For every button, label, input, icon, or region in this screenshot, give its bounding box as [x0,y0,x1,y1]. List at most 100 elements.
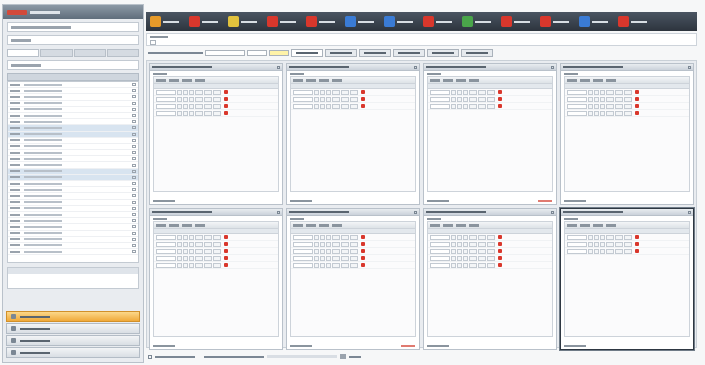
row-small-field[interactable] [600,110,605,116]
toolbar-button-9[interactable] [462,16,491,27]
row-small-field[interactable] [320,255,325,261]
row-value-field[interactable] [615,96,623,102]
row-value-field[interactable] [606,234,614,240]
panel-table-row[interactable] [428,234,552,241]
row-value-field[interactable] [478,241,486,247]
panel-table-row[interactable] [428,262,552,269]
row-small-field[interactable] [183,262,188,268]
row-value-field[interactable] [606,110,614,116]
panel-5[interactable] [149,208,283,350]
row-value-field[interactable] [487,262,495,268]
panel-tab-2[interactable] [306,223,316,227]
zoom-slider[interactable] [267,355,337,358]
row-small-field[interactable] [451,248,456,254]
panel-2[interactable] [286,63,420,205]
list-item-checkbox[interactable] [132,114,136,118]
row-small-field[interactable] [451,255,456,261]
toolbar-button-1[interactable] [150,16,179,27]
panel-3[interactable] [423,63,557,205]
panel-table-row[interactable] [565,248,689,255]
row-small-field[interactable] [588,103,593,109]
list-item-checkbox[interactable] [132,101,136,105]
filter-tab-6[interactable] [461,49,493,57]
list-item-checkbox[interactable] [132,169,136,173]
row-value-field[interactable] [624,248,632,254]
sidebar-tab-4[interactable] [106,49,139,57]
row-small-field[interactable] [177,248,182,254]
row-small-field[interactable] [463,241,468,247]
row-small-field[interactable] [314,96,319,102]
delete-icon[interactable] [498,242,502,246]
row-value-field[interactable] [213,234,221,240]
list-item[interactable] [8,249,138,256]
row-value-field[interactable] [469,241,477,247]
toolbar-button-4[interactable] [267,16,296,27]
delete-icon[interactable] [498,235,502,239]
row-small-field[interactable] [600,248,605,254]
row-small-field[interactable] [588,234,593,240]
row-small-field[interactable] [326,248,331,254]
row-name-field[interactable] [156,255,176,261]
row-value-field[interactable] [350,241,358,247]
row-small-field[interactable] [326,96,331,102]
row-value-field[interactable] [469,234,477,240]
panel-close-icon[interactable] [551,210,554,214]
row-name-field[interactable] [430,241,450,247]
row-small-field[interactable] [457,262,462,268]
row-small-field[interactable] [320,234,325,240]
row-small-field[interactable] [451,89,456,95]
row-name-field[interactable] [430,248,450,254]
panel-table-row[interactable] [291,255,415,262]
row-value-field[interactable] [478,262,486,268]
panel-table-row[interactable] [428,248,552,255]
row-small-field[interactable] [451,241,456,247]
delete-icon[interactable] [498,97,502,101]
panel-tab-2[interactable] [443,223,453,227]
panel-tab-3[interactable] [456,223,466,227]
panel-table-row[interactable] [428,89,552,96]
row-small-field[interactable] [600,234,605,240]
row-name-field[interactable] [293,89,313,95]
row-small-field[interactable] [320,241,325,247]
list-item-checkbox[interactable] [132,151,136,155]
row-small-field[interactable] [463,262,468,268]
list-item-checkbox[interactable] [132,144,136,148]
row-value-field[interactable] [213,110,221,116]
row-value-field[interactable] [204,89,212,95]
panel-table-row[interactable] [154,241,278,248]
panel-table-row[interactable] [565,89,689,96]
row-name-field[interactable] [156,96,176,102]
list-item-checkbox[interactable] [132,83,136,87]
delete-icon[interactable] [224,263,228,267]
toolbar-button-7[interactable] [384,16,413,27]
row-value-field[interactable] [469,248,477,254]
filter-tab-2[interactable] [325,49,357,57]
row-value-field[interactable] [195,89,203,95]
list-item-checkbox[interactable] [132,188,136,192]
delete-icon[interactable] [224,111,228,115]
row-value-field[interactable] [195,255,203,261]
toolbar-button-3[interactable] [228,16,257,27]
row-value-field[interactable] [615,103,623,109]
row-value-field[interactable] [195,241,203,247]
row-name-field[interactable] [293,234,313,240]
row-small-field[interactable] [314,248,319,254]
row-small-field[interactable] [463,96,468,102]
delete-icon[interactable] [361,256,365,260]
row-value-field[interactable] [350,262,358,268]
row-value-field[interactable] [213,255,221,261]
row-small-field[interactable] [320,96,325,102]
list-item-checkbox[interactable] [132,213,136,217]
row-value-field[interactable] [195,248,203,254]
panel-tab-3[interactable] [182,223,192,227]
panel-tab-1[interactable] [156,78,166,82]
row-value-field[interactable] [341,255,349,261]
row-small-field[interactable] [183,96,188,102]
row-value-field[interactable] [624,96,632,102]
panel-tab-3[interactable] [319,78,329,82]
panel-table-row[interactable] [291,96,415,103]
row-name-field[interactable] [293,103,313,109]
row-value-field[interactable] [204,234,212,240]
row-value-field[interactable] [478,248,486,254]
panel-tab-2[interactable] [443,78,453,82]
